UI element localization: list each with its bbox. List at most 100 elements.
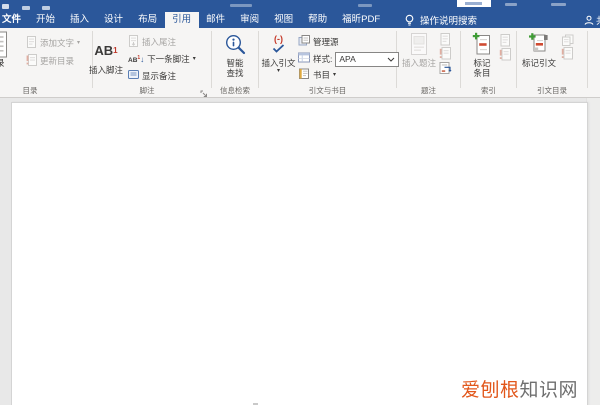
- lightbulb-icon: [405, 14, 414, 25]
- toc-icon: [0, 30, 9, 58]
- citation-style-row: 样式: APA: [298, 52, 400, 67]
- update-index-button[interactable]: [499, 48, 511, 65]
- combo-chevron-icon: [388, 57, 395, 62]
- watermark-highlight: 爱刨根: [460, 380, 520, 401]
- mark-citation-button[interactable]: 标记引文: [519, 30, 559, 68]
- window-controls-fragment[interactable]: [551, 3, 566, 6]
- mark-entry-label-line2: 条目: [473, 68, 491, 78]
- document-title-fragment: [230, 4, 252, 7]
- smart-lookup-button[interactable]: 智能 查找: [217, 30, 253, 78]
- ribbon-tab-bar: 文件 开始 插入 设计 布局 引用 邮件 审阅 视图 帮助 福昕PDF: [0, 12, 388, 28]
- citation-style-select[interactable]: APA: [335, 52, 400, 67]
- titlebar: 文件 开始 插入 设计 布局 引用 邮件 审阅 视图 帮助 福昕PDF 操作说明…: [0, 0, 600, 28]
- ribbon-references: 目录 ▾ 添加文字 ▾ 更新目录 目录: [0, 28, 600, 98]
- document-area: 爱刨根知识网: [0, 98, 600, 405]
- mark-entry-icon: [472, 30, 493, 58]
- insert-endnote-label: 插入尾注: [142, 37, 177, 47]
- next-footnote-icon: AB1↓: [128, 54, 145, 65]
- insert-caption-label: 插入题注: [401, 58, 436, 68]
- smart-lookup-icon: [224, 30, 247, 58]
- table-of-contents-button[interactable]: 目录 ▾: [0, 30, 22, 74]
- manage-sources-button[interactable]: 管理源: [298, 35, 339, 50]
- bibliography-button[interactable]: 书目 ▾: [298, 68, 337, 83]
- word-window: 文件 开始 插入 设计 布局 引用 邮件 审阅 视图 帮助 福昕PDF 操作说明…: [0, 0, 600, 405]
- tab-layout[interactable]: 布局: [131, 12, 165, 28]
- ab1-footnote-icon: AB 1: [94, 43, 118, 58]
- mark-citation-icon: [528, 30, 551, 58]
- tab-help[interactable]: 帮助: [301, 12, 335, 28]
- group-separator: [258, 31, 259, 88]
- manage-sources-icon: [298, 35, 310, 50]
- group-label-footnotes: 脚注: [139, 86, 155, 95]
- tab-view[interactable]: 视图: [267, 12, 301, 28]
- update-toc-button[interactable]: 更新目录: [26, 53, 75, 70]
- show-notes-icon: [128, 69, 139, 84]
- person-icon: [584, 15, 594, 25]
- insert-endnote-button[interactable]: 插入尾注: [128, 34, 177, 51]
- chevron-down-icon: ▾: [77, 40, 81, 46]
- update-index-icon: [499, 48, 511, 65]
- group-label-citations: 引文与书目: [308, 86, 347, 95]
- next-footnote-button[interactable]: AB1↓ 下一条脚注 ▾: [128, 53, 196, 66]
- update-toc-icon: [26, 53, 37, 70]
- update-toc-label: 更新目录: [40, 56, 75, 66]
- insert-caption-icon: [407, 30, 431, 58]
- insert-endnote-icon: [128, 34, 139, 51]
- group-separator: [516, 31, 517, 88]
- insert-footnote-button[interactable]: AB 1 插入脚注: [88, 30, 124, 76]
- insert-citation-button[interactable]: (-) 插入引文 ▾: [260, 30, 297, 75]
- chevron-down-icon: ▾: [333, 72, 337, 78]
- document-page[interactable]: [11, 102, 588, 405]
- undo-icon[interactable]: [22, 6, 30, 10]
- manage-sources-label: 管理源: [313, 37, 339, 47]
- update-table-of-authorities-icon: [561, 47, 573, 64]
- group-separator: [587, 31, 588, 88]
- insert-citation-label: 插入引文: [261, 58, 296, 68]
- insert-citation-icon: (-): [272, 30, 285, 58]
- add-text-button[interactable]: 添加文字 ▾: [26, 35, 81, 52]
- chevron-down-icon: ▾: [192, 56, 196, 62]
- add-text-icon: [26, 35, 37, 52]
- ribbon-options-icon[interactable]: [505, 3, 517, 6]
- group-separator: [460, 31, 461, 88]
- style-icon: [298, 52, 310, 67]
- document-title-fragment: [358, 4, 372, 7]
- group-label-toa: 引文目录: [537, 86, 567, 95]
- add-text-label: 添加文字: [40, 38, 75, 48]
- smart-lookup-label-line1: 智能: [226, 58, 244, 68]
- share-button[interactable]: 共: [584, 12, 600, 28]
- sign-in-button[interactable]: [457, 0, 491, 7]
- tab-file[interactable]: 文件: [0, 12, 29, 28]
- vertical-scrollbar[interactable]: [586, 98, 600, 405]
- tell-me-search-label: 操作说明搜索: [420, 16, 478, 27]
- tab-mailings[interactable]: 邮件: [199, 12, 233, 28]
- bibliography-icon: [298, 68, 310, 83]
- group-label-research: 信息检索: [220, 86, 250, 95]
- cross-reference-button[interactable]: [439, 61, 452, 78]
- cross-reference-icon: [439, 61, 452, 78]
- update-table-of-authorities-button[interactable]: [561, 47, 573, 64]
- tab-design[interactable]: 设计: [97, 12, 131, 28]
- mark-entry-button[interactable]: 标记 条目: [466, 30, 498, 78]
- share-label: 共: [596, 13, 600, 27]
- chevron-down-icon: ▾: [276, 68, 280, 74]
- group-separator: [211, 31, 212, 88]
- save-icon[interactable]: [2, 4, 9, 9]
- citation-style-value: APA: [339, 54, 356, 64]
- watermark: 爱刨根知识网: [461, 375, 578, 402]
- bibliography-label: 书目: [313, 70, 331, 80]
- group-label-captions: 题注: [421, 86, 436, 95]
- tell-me-search[interactable]: 操作说明搜索: [404, 12, 477, 28]
- redo-icon[interactable]: [42, 6, 50, 10]
- mark-entry-label-line1: 标记: [473, 58, 491, 68]
- tab-home[interactable]: 开始: [29, 12, 63, 28]
- tab-insert[interactable]: 插入: [63, 12, 97, 28]
- tab-review[interactable]: 审阅: [233, 12, 267, 28]
- show-notes-button[interactable]: 显示备注: [128, 70, 176, 83]
- tab-foxit-pdf[interactable]: 福昕PDF: [335, 12, 388, 28]
- style-label: 样式:: [313, 54, 333, 64]
- insert-footnote-label: 插入脚注: [88, 65, 123, 75]
- tab-references[interactable]: 引用: [164, 12, 199, 28]
- group-label-index: 索引: [481, 86, 496, 95]
- insert-caption-button[interactable]: 插入题注: [400, 30, 438, 68]
